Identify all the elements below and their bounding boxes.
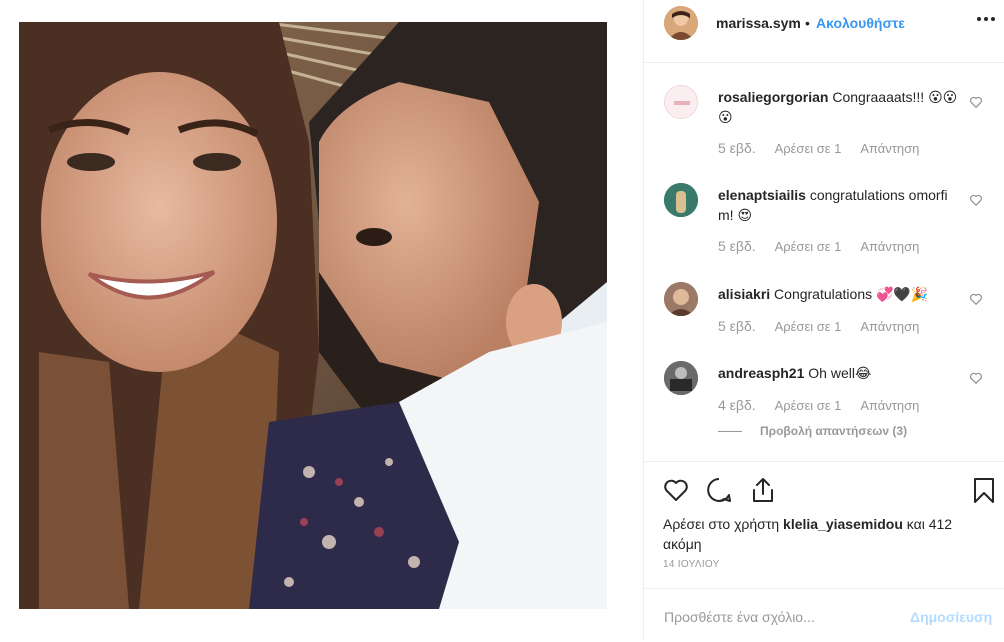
likes-summary: Αρέσει στο χρήστη klelia_yiasemidou και … (663, 514, 983, 554)
heart-icon[interactable] (969, 292, 983, 306)
comment-time[interactable]: 4 εβδ. (718, 397, 756, 413)
comment-text: rosaliegorgorian Congraaaats!!! 😮😮😮 (718, 87, 958, 127)
commenter-avatar[interactable] (664, 361, 698, 395)
comment-time[interactable]: 5 εβδ. (718, 238, 756, 254)
view-replies-label: Προβολή απαντήσεων (3) (760, 424, 908, 438)
post-photo[interactable] (19, 22, 607, 609)
comment-body: Oh well😂 (808, 365, 872, 381)
comment-text: andreasph21 Oh well😂 (718, 363, 958, 383)
post-comment-button[interactable]: Δημοσίευση (910, 609, 992, 625)
heart-icon[interactable] (969, 95, 983, 109)
author-username[interactable]: marissa.sym (716, 15, 801, 31)
comment-bubble-icon[interactable] (705, 476, 733, 504)
replies-divider-line (718, 431, 742, 433)
comment-likes[interactable]: Αρέσει σε 1 (775, 319, 842, 334)
commenter-avatar[interactable] (664, 85, 698, 119)
commenter-username[interactable]: elenaptsiailis (718, 187, 806, 203)
liker-username[interactable]: klelia_yiasemidou (783, 516, 903, 532)
reply-button[interactable]: Απάντηση (860, 239, 919, 254)
commenter-avatar[interactable] (664, 183, 698, 217)
comment-input[interactable] (662, 606, 896, 628)
commenter-username[interactable]: andreasph21 (718, 365, 804, 381)
share-icon[interactable] (749, 476, 777, 504)
comment-text: alisiakri Congratulations 💞🖤🎉 (718, 284, 958, 304)
post-actions: Αρέσει στο χρήστη klelia_yiasemidou και … (644, 461, 1004, 588)
comment-meta: 4 εβδ. Αρέσει σε 1 Απάντηση (718, 397, 935, 413)
reply-button[interactable]: Απάντηση (860, 398, 919, 413)
post-date[interactable]: 14 ΙΟΥΛΙΟΥ (663, 559, 720, 570)
post-sidebar: marissa.sym • Ακολουθήστε rosaliegorgori… (643, 0, 1004, 641)
likes-prefix: Αρέσει στο χρήστη (663, 516, 780, 532)
comment-meta: 5 εβδ. Αρέσει σε 1 Απάντηση (718, 140, 935, 156)
comment-text: elenaptsiailis congratulations omorfi m!… (718, 185, 958, 225)
comment-meta: 5 εβδ. Αρέσει σε 1 Απάντηση (718, 318, 935, 334)
comment-likes[interactable]: Αρέσει σε 1 (775, 141, 842, 156)
reply-button[interactable]: Απάντηση (860, 319, 919, 334)
author-avatar[interactable] (664, 6, 698, 40)
comments-list: rosaliegorgorian Congraaaats!!! 😮😮😮 5 εβ… (644, 63, 1004, 461)
comment-time[interactable]: 5 εβδ. (718, 318, 756, 334)
more-horizontal-icon[interactable] (977, 9, 995, 29)
follow-button[interactable]: Ακολουθήστε (816, 15, 905, 31)
commenter-username[interactable]: rosaliegorgorian (718, 89, 828, 105)
comment-body: Congratulations 💞🖤🎉 (774, 286, 929, 302)
heart-icon[interactable] (969, 371, 983, 385)
commenter-avatar[interactable] (664, 282, 698, 316)
heart-icon[interactable] (662, 476, 690, 504)
post-header: marissa.sym • Ακολουθήστε (644, 0, 1004, 63)
comment-likes[interactable]: Αρέσει σε 1 (775, 398, 842, 413)
comment-likes[interactable]: Αρέσει σε 1 (775, 239, 842, 254)
comment-meta: 5 εβδ. Αρέσει σε 1 Απάντηση (718, 238, 935, 254)
bookmark-icon[interactable] (970, 476, 998, 504)
reply-button[interactable]: Απάντηση (860, 141, 919, 156)
header-separator: • (805, 15, 810, 31)
comment-time[interactable]: 5 εβδ. (718, 140, 756, 156)
couple-selfie-image (19, 22, 607, 609)
commenter-username[interactable]: alisiakri (718, 286, 770, 302)
heart-icon[interactable] (969, 193, 983, 207)
add-comment-bar: Δημοσίευση (644, 588, 1004, 642)
view-replies-button[interactable]: Προβολή απαντήσεων (3) (718, 424, 907, 438)
